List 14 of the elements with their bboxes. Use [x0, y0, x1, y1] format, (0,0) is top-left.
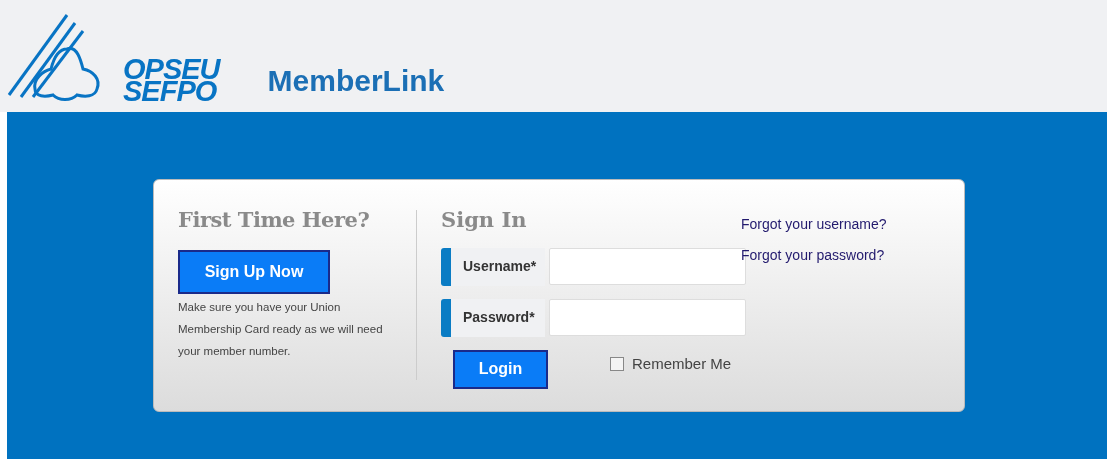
forgot-link[interactable]: Forgot your username? — [741, 214, 887, 235]
logo-text: OPSEU — [123, 58, 220, 80]
checkbox-label: Remember Me — [632, 353, 732, 374]
input-field[interactable] — [549, 299, 746, 336]
section-heading: First Time Here? — [178, 206, 371, 234]
checkbox[interactable] — [610, 357, 624, 371]
app-title: MemberLink — [267, 63, 445, 99]
logo-text: SEFPO — [123, 80, 217, 102]
help-text: Make sure you have your Union Membership Card ready as we will need your member number. — [178, 299, 384, 359]
forgot-link[interactable]: Forgot your password? — [741, 245, 887, 266]
login-button[interactable]: Login — [453, 349, 548, 389]
field-label: Password* — [441, 298, 545, 337]
sign-up-button[interactable]: Sign Up Now — [178, 249, 330, 294]
field-label: Username* — [441, 247, 545, 286]
